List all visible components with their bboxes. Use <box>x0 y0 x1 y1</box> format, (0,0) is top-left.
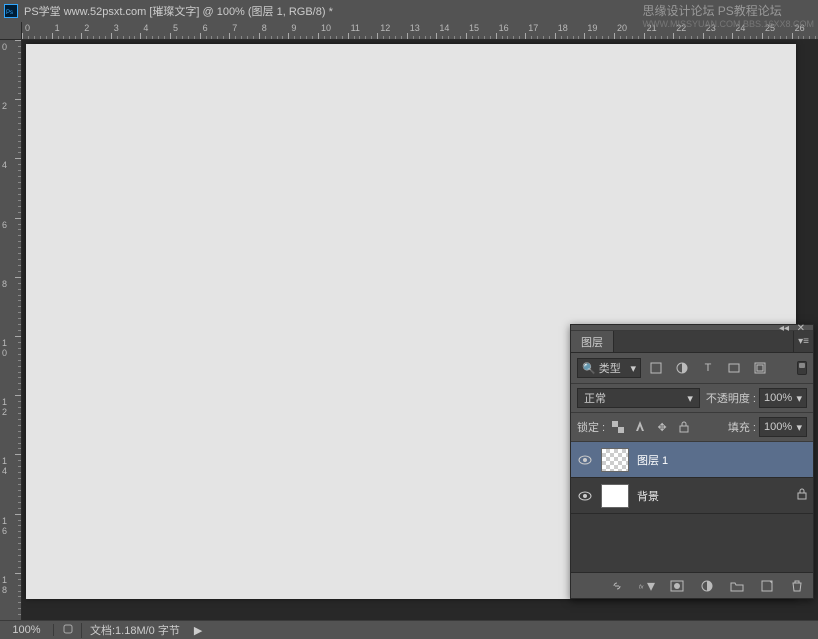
new-layer-icon[interactable] <box>759 578 775 594</box>
layer-row[interactable]: 图层 1 <box>571 442 813 478</box>
panel-footer: fx▾ <box>571 572 813 598</box>
layer-list: 图层 1 背景 <box>571 442 813 572</box>
svg-text:Ps: Ps <box>6 10 13 16</box>
layer-thumbnail[interactable] <box>601 448 629 472</box>
group-icon[interactable] <box>729 578 745 594</box>
chevron-down-icon: ▾ <box>630 362 636 375</box>
tab-layers[interactable]: 图层 <box>571 331 614 352</box>
blend-row: 正常 ▾ 不透明度 : 100% ▾ <box>571 384 813 413</box>
close-icon[interactable]: ✕ <box>797 323 805 334</box>
layer-name[interactable]: 图层 1 <box>637 452 668 468</box>
layers-panel: ◂◂ ✕ 图层 ▾≡ 🔍 类型 ▾ T 正常 ▾ 不透明度 <box>570 324 814 599</box>
filter-adjustment-icon[interactable] <box>671 358 693 378</box>
status-bar: 100% 文档:1.18M/0 字节 ▶ <box>0 620 818 639</box>
photoshop-icon: Ps <box>4 4 18 18</box>
fill-input[interactable]: 100% ▾ <box>759 417 807 437</box>
svg-text:fx: fx <box>639 584 645 590</box>
document-info[interactable]: 文档:1.18M/0 字节 <box>82 622 188 638</box>
layer-thumbnail[interactable] <box>601 484 629 508</box>
lock-position-icon[interactable]: ✥ <box>653 418 671 436</box>
adjustment-layer-icon[interactable] <box>699 578 715 594</box>
zoom-level[interactable]: 100% <box>0 624 54 636</box>
filter-kind-select[interactable]: 🔍 类型 ▾ <box>577 358 641 378</box>
opacity-input[interactable]: 100% ▾ <box>759 388 807 408</box>
watermark: 思缘设计论坛 PS教程论坛 WWW.MISSYUAN.COM BBS.16XX8… <box>642 2 814 29</box>
delete-layer-icon[interactable] <box>789 578 805 594</box>
panel-menu-icon[interactable]: ▾≡ <box>793 331 813 352</box>
opacity-control: 不透明度 : 100% ▾ <box>706 388 807 408</box>
layer-name[interactable]: 背景 <box>637 488 659 504</box>
layer-mask-icon[interactable] <box>669 578 685 594</box>
chevron-down-icon: ▾ <box>796 421 802 434</box>
visibility-icon[interactable] <box>577 488 593 504</box>
ruler-origin[interactable] <box>0 22 22 40</box>
collapse-icon[interactable]: ◂◂ <box>779 323 789 334</box>
filter-pixel-icon[interactable] <box>645 358 667 378</box>
hand-icon[interactable] <box>54 623 82 638</box>
filter-toggle[interactable] <box>797 361 807 375</box>
lock-pixels-icon[interactable] <box>631 418 649 436</box>
document-title: PS学堂 www.52psxt.com [璀璨文字] @ 100% (图层 1,… <box>24 3 333 19</box>
lock-row: 锁定 : ✥ 填充 : 100% ▾ <box>571 413 813 442</box>
lock-all-icon[interactable] <box>675 418 693 436</box>
filter-smartobject-icon[interactable] <box>749 358 771 378</box>
visibility-icon[interactable] <box>577 452 593 468</box>
panel-grip[interactable]: ◂◂ ✕ <box>571 325 813 331</box>
layer-style-icon[interactable]: fx▾ <box>639 578 655 594</box>
search-icon: 🔍 <box>582 362 596 375</box>
filter-type-icon[interactable]: T <box>697 358 719 378</box>
lock-transparency-icon[interactable] <box>609 418 627 436</box>
blend-mode-select[interactable]: 正常 ▾ <box>577 388 700 408</box>
ruler-vertical[interactable]: 024681012141618 <box>0 40 22 620</box>
layer-filter-row: 🔍 类型 ▾ T <box>571 353 813 384</box>
layer-row[interactable]: 背景 <box>571 478 813 514</box>
lock-icon <box>797 487 807 505</box>
filter-shape-icon[interactable] <box>723 358 745 378</box>
link-layers-icon[interactable] <box>609 578 625 594</box>
info-dropdown-icon[interactable]: ▶ <box>194 624 202 637</box>
chevron-down-icon: ▾ <box>687 392 693 405</box>
chevron-down-icon: ▾ <box>796 392 802 405</box>
